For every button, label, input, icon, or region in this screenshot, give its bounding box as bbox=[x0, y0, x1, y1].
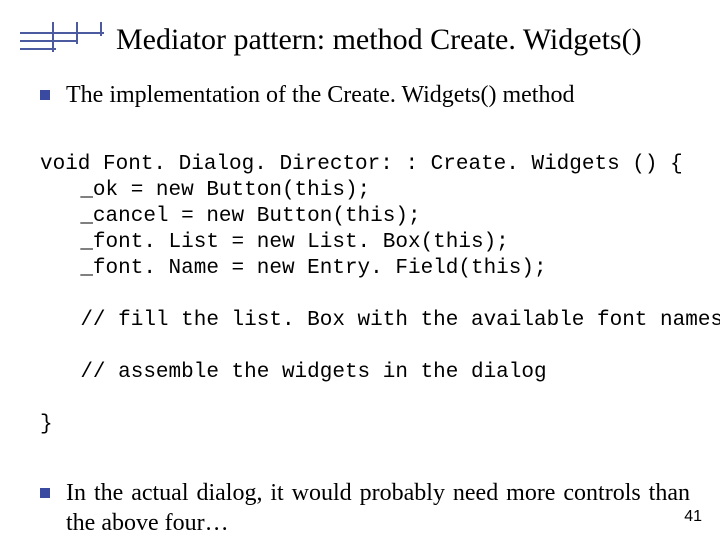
code-line: _ok = new Button(this); bbox=[40, 178, 690, 204]
code-line: } bbox=[40, 413, 53, 436]
code-line: _font. List = new List. Box(this); bbox=[40, 230, 690, 256]
code-comment: // fill the list. Box with the available… bbox=[40, 308, 690, 334]
slide-title: Mediator pattern: method Create. Widgets… bbox=[116, 22, 642, 58]
code-comment: // assemble the widgets in the dialog bbox=[40, 360, 690, 386]
title-ornament-icon bbox=[20, 22, 106, 56]
square-bullet-icon bbox=[40, 488, 50, 498]
code-block: void Font. Dialog. Director: : Create. W… bbox=[40, 126, 690, 464]
square-bullet-icon bbox=[40, 90, 50, 100]
slide: Mediator pattern: method Create. Widgets… bbox=[0, 0, 720, 540]
code-line: _font. Name = new Entry. Field(this); bbox=[40, 256, 690, 282]
code-line: void Font. Dialog. Director: : Create. W… bbox=[40, 153, 683, 176]
bullet-text: In the actual dialog, it would probably … bbox=[66, 478, 690, 538]
slide-body: The implementation of the Create. Widget… bbox=[40, 80, 690, 540]
bullet-text: The implementation of the Create. Widget… bbox=[66, 80, 574, 110]
bullet-item: In the actual dialog, it would probably … bbox=[40, 478, 690, 538]
bullet-item: The implementation of the Create. Widget… bbox=[40, 80, 690, 110]
code-line: _cancel = new Button(this); bbox=[40, 204, 690, 230]
page-number: 41 bbox=[684, 508, 702, 526]
